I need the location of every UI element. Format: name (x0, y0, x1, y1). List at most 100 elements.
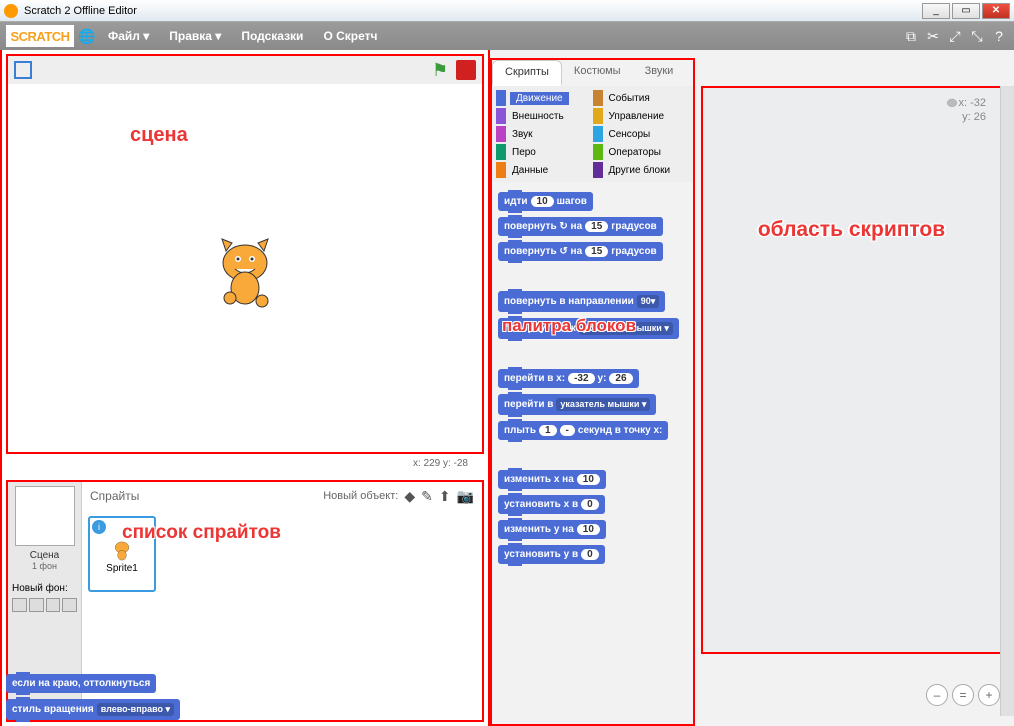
category-color-chip (593, 108, 603, 124)
motion-block[interactable]: изменить x на10 (498, 470, 606, 489)
annotation-stage: сцена (130, 124, 188, 147)
menu-edit[interactable]: Правка ▾ (161, 25, 229, 47)
tab-sounds[interactable]: Звуки (633, 60, 686, 86)
sprite-library-icon[interactable]: ◆ (404, 488, 415, 505)
category-label: Внешность (510, 110, 566, 123)
category-label: Звук (510, 128, 535, 141)
menu-tips[interactable]: Подсказки (233, 25, 311, 47)
category-label: События (607, 92, 652, 105)
category-label: Операторы (607, 146, 663, 159)
zoom-reset-button[interactable]: = (952, 684, 974, 706)
motion-block[interactable]: идти10шагов (498, 192, 593, 211)
category-label: Сенсоры (607, 128, 653, 141)
tab-costumes[interactable]: Костюмы (562, 60, 633, 86)
fullscreen-icon[interactable] (14, 61, 32, 79)
motion-block[interactable]: перейти в x:-32y:26 (498, 369, 639, 388)
motion-block[interactable]: плыть1-секунд в точку x: (498, 421, 668, 440)
titlebar: Scratch 2 Offline Editor _ ▭ ✕ (0, 0, 1014, 22)
category-color-chip (593, 126, 603, 142)
motion-block[interactable]: установить y в0 (498, 545, 605, 564)
help-icon[interactable]: ? (990, 27, 1008, 45)
motion-block[interactable]: повернуть ↺ на15градусов (498, 242, 663, 261)
sprite-coords: x: -32 y: 26 (958, 96, 986, 124)
motion-block[interactable]: стиль вращениявлево-вправо ▾ (6, 699, 180, 720)
green-flag-icon[interactable]: ⚑ (432, 60, 452, 80)
motion-block[interactable]: повернуть в направлении90▾ (498, 291, 665, 312)
sprite-camera-icon[interactable]: 📷 (457, 488, 474, 505)
motion-block[interactable]: перейти вуказатель мышки ▾ (498, 394, 656, 415)
category-label: Движение (510, 92, 569, 105)
category-Перо[interactable]: Перо (496, 144, 593, 160)
motion-block[interactable]: повернуться куказатель мышки ▾ (498, 318, 679, 339)
category-color-chip (496, 162, 506, 178)
globe-icon[interactable]: 🌐 (78, 27, 96, 45)
category-Другие блоки[interactable]: Другие блоки (593, 162, 690, 178)
minimize-button[interactable]: _ (922, 3, 950, 19)
category-color-chip (496, 108, 506, 124)
tab-scripts[interactable]: Скрипты (492, 60, 562, 86)
sprite-upload-icon[interactable]: ⬆ (439, 488, 451, 505)
zoom-out-button[interactable]: – (926, 684, 948, 706)
category-Внешность[interactable]: Внешность (496, 108, 593, 124)
category-color-chip (496, 144, 506, 160)
new-sprite-label: Новый объект: (323, 490, 398, 502)
vertical-scrollbar[interactable] (1000, 86, 1014, 716)
zoom-in-button[interactable]: + (978, 684, 1000, 706)
category-Сенсоры[interactable]: Сенсоры (593, 126, 690, 142)
category-color-chip (593, 90, 603, 106)
annotation-sprites: список спрайтов (122, 522, 281, 544)
backdrop-paint-icon[interactable] (29, 598, 44, 612)
sprites-header-label: Спрайты (90, 489, 139, 503)
motion-block[interactable]: если на краю, оттолкнуться (6, 674, 156, 693)
category-Операторы[interactable]: Операторы (593, 144, 690, 160)
category-Данные[interactable]: Данные (496, 162, 593, 178)
category-color-chip (593, 144, 603, 160)
cut-icon[interactable]: ✂ (924, 27, 942, 45)
category-color-chip (593, 162, 603, 178)
menubar: SCRATCH 🌐 Файл ▾ Правка ▾ Подсказки О Ск… (0, 22, 1014, 50)
category-События[interactable]: События (593, 90, 690, 106)
sprite-paint-icon[interactable]: ✎ (421, 488, 433, 505)
shrink-icon[interactable]: ⤡ (968, 27, 986, 45)
backdrop-camera-icon[interactable] (62, 598, 77, 612)
motion-block[interactable]: установить x в0 (498, 495, 605, 514)
tabs: Скрипты Костюмы Звуки (490, 58, 695, 86)
sprite-info-icon[interactable]: i (92, 520, 106, 534)
close-button[interactable]: ✕ (982, 3, 1010, 19)
category-label: Другие блоки (607, 164, 673, 177)
backdrops-count: 1 фон (12, 561, 77, 571)
stage-thumbnail[interactable] (15, 486, 75, 546)
new-backdrop-label: Новый фон: (12, 583, 77, 594)
block-palette: Движение Внешность Звук Перо Данные События У… (490, 86, 695, 726)
menu-file[interactable]: Файл ▾ (100, 25, 157, 47)
stage: ⚑ v458.0.1 сцена (6, 54, 484, 454)
category-label: Управление (607, 110, 667, 123)
category-color-chip (496, 90, 506, 106)
backdrop-upload-icon[interactable] (46, 598, 61, 612)
sprite-item-label: Sprite1 (106, 563, 138, 574)
cat-sprite[interactable] (200, 223, 290, 313)
stage-name-label: Сцена (12, 550, 77, 561)
menu-about[interactable]: О Скретч (315, 25, 385, 47)
window-title: Scratch 2 Offline Editor (24, 5, 137, 17)
stage-canvas[interactable] (8, 84, 482, 452)
category-Движение[interactable]: Движение (496, 90, 593, 106)
maximize-button[interactable]: ▭ (952, 3, 980, 19)
duplicate-icon[interactable]: ⧉ (902, 27, 920, 45)
stop-icon[interactable] (456, 60, 476, 80)
motion-block[interactable]: изменить y на10 (498, 520, 606, 539)
grow-icon[interactable]: ⤢ (946, 27, 964, 45)
stage-coords: x: 229 y: -28 (2, 458, 488, 476)
motion-block[interactable]: повернуть ↻ на15градусов (498, 217, 663, 236)
block-categories: Движение Внешность Звук Перо Данные События У… (492, 86, 693, 182)
annotation-scripts: область скриптов (733, 218, 970, 242)
category-label: Перо (510, 146, 538, 159)
blocks-list: идти10шагов повернуть ↻ на15градусов повер… (492, 188, 693, 724)
category-color-chip (496, 126, 506, 142)
backdrop-library-icon[interactable] (12, 598, 27, 612)
category-label: Данные (510, 164, 550, 177)
category-Звук[interactable]: Звук (496, 126, 593, 142)
app-icon (4, 4, 18, 18)
category-Управление[interactable]: Управление (593, 108, 690, 124)
script-area[interactable]: x: -32 y: 26 область скриптов (701, 86, 1002, 654)
